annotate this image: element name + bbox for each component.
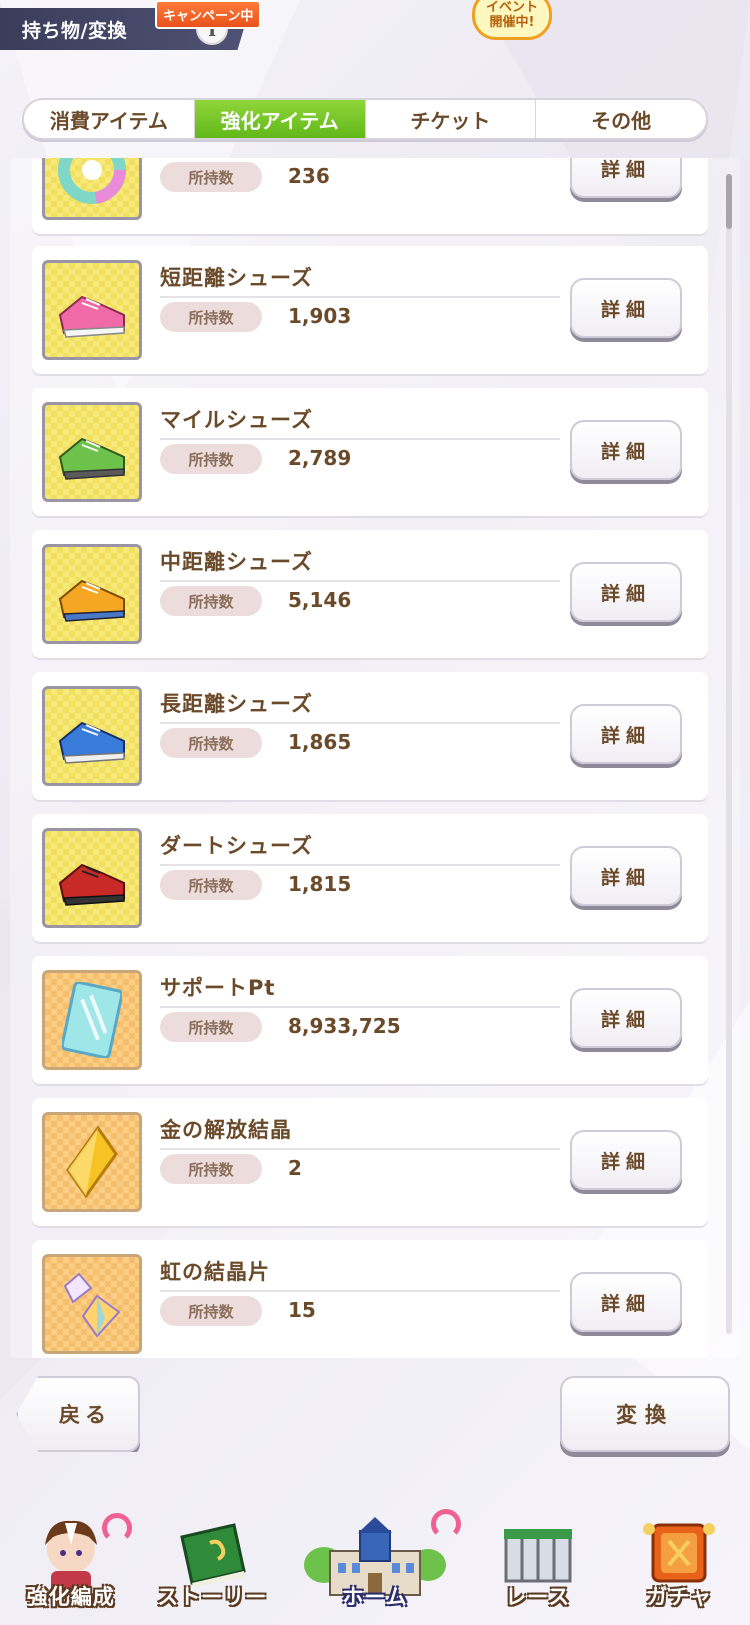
list-item: 長距離シューズ 所持数 1,865 詳細 bbox=[32, 672, 708, 800]
nav-label: ホーム bbox=[342, 1585, 408, 1609]
nav-gacha[interactable]: ガチャ bbox=[609, 1505, 750, 1625]
divider bbox=[160, 864, 560, 866]
detail-button[interactable]: 詳細 bbox=[570, 1130, 682, 1190]
nav-label: ガチャ bbox=[646, 1585, 713, 1609]
blue-shoes-icon bbox=[42, 686, 142, 786]
detail-button[interactable]: 詳細 bbox=[570, 1272, 682, 1332]
divider bbox=[160, 580, 560, 582]
list-item: 中距離シューズ 所持数 5,146 詳細 bbox=[32, 530, 708, 658]
nav-home[interactable]: ホーム bbox=[283, 1505, 467, 1625]
item-name: 虹の結晶片 bbox=[160, 1260, 270, 1284]
detail-button[interactable]: 詳細 bbox=[570, 562, 682, 622]
list-item: 金の解放結晶 所持数 2 詳細 bbox=[32, 1098, 708, 1226]
quantity-label: 所持数 bbox=[160, 1296, 262, 1326]
red-shoes-icon bbox=[42, 828, 142, 928]
quantity-value: 1,865 bbox=[288, 730, 352, 754]
item-name: ダートシューズ bbox=[160, 834, 313, 858]
quantity-value: 5,146 bbox=[288, 588, 352, 612]
item-name: サポートPt bbox=[160, 976, 276, 1000]
nav-race[interactable]: レース bbox=[467, 1505, 609, 1625]
quantity-value: 236 bbox=[288, 164, 330, 188]
quantity-label: 所持数 bbox=[160, 728, 262, 758]
tab-enhancement[interactable]: 強化アイテム bbox=[194, 100, 366, 138]
event-badge-line2: 開催中! bbox=[489, 15, 535, 30]
divider bbox=[160, 1148, 560, 1150]
event-badge-line1: イベント bbox=[485, 0, 538, 15]
quantity-value: 1,815 bbox=[288, 872, 352, 896]
quantity-value: 2,789 bbox=[288, 446, 352, 470]
horseshoe-icon bbox=[431, 1509, 462, 1539]
item-list[interactable]: 所持数 236 詳細 短距離シューズ 所持数 1,903 詳細 マイルシューズ … bbox=[10, 158, 740, 1358]
campaign-badge: キャンペーン中 bbox=[155, 0, 262, 29]
detail-button[interactable]: 詳細 bbox=[570, 846, 682, 906]
nav-label: レース bbox=[505, 1585, 571, 1609]
nav-label: 強化編成 bbox=[26, 1585, 115, 1609]
divider bbox=[160, 1006, 560, 1008]
quantity-label: 所持数 bbox=[160, 1012, 262, 1042]
nav-story[interactable]: ストーリー bbox=[142, 1505, 284, 1625]
quantity-label: 所持数 bbox=[160, 870, 262, 900]
event-badge: イベント 開催中! bbox=[472, 0, 552, 40]
detail-button[interactable]: 詳細 bbox=[570, 704, 682, 764]
scrollbar[interactable] bbox=[726, 174, 732, 1334]
horseshoe-icon bbox=[102, 1513, 132, 1543]
back-button[interactable]: 戻る bbox=[16, 1376, 140, 1452]
quantity-value: 15 bbox=[288, 1298, 316, 1322]
quantity-label: 所持数 bbox=[160, 586, 262, 616]
divider bbox=[160, 1290, 560, 1292]
quantity-label: 所持数 bbox=[160, 162, 262, 192]
nav-label: ストーリー bbox=[157, 1585, 268, 1609]
gold-crystal-icon bbox=[42, 1112, 142, 1212]
pink-shoes-icon bbox=[42, 260, 142, 360]
rainbow-disc-icon bbox=[42, 158, 142, 220]
quantity-label: 所持数 bbox=[160, 302, 262, 332]
item-name: 短距離シューズ bbox=[160, 266, 313, 290]
green-shoes-icon bbox=[42, 402, 142, 502]
list-item: マイルシューズ 所持数 2,789 詳細 bbox=[32, 388, 708, 516]
list-item: ダートシューズ 所持数 1,815 詳細 bbox=[32, 814, 708, 942]
detail-button[interactable]: 詳細 bbox=[570, 420, 682, 480]
item-name: マイルシューズ bbox=[160, 408, 313, 432]
quantity-label: 所持数 bbox=[160, 1154, 262, 1184]
list-item: 虹の結晶片 所持数 15 詳細 bbox=[32, 1240, 708, 1358]
divider bbox=[160, 438, 560, 440]
list-item: サポートPt 所持数 8,933,725 詳細 bbox=[32, 956, 708, 1084]
orange-shoes-icon bbox=[42, 544, 142, 644]
detail-button[interactable]: 詳細 bbox=[570, 988, 682, 1048]
item-name: 中距離シューズ bbox=[160, 550, 313, 574]
race-gate-icon bbox=[496, 1515, 580, 1591]
list-item: 短距離シューズ 所持数 1,903 詳細 bbox=[32, 246, 708, 374]
item-name: 金の解放結晶 bbox=[160, 1118, 292, 1142]
tab-others[interactable]: その他 bbox=[536, 100, 706, 138]
quantity-value: 2 bbox=[288, 1156, 302, 1180]
list-item: 所持数 236 詳細 bbox=[32, 158, 708, 234]
tab-tickets[interactable]: チケット bbox=[366, 100, 537, 138]
divider bbox=[160, 722, 560, 724]
divider bbox=[160, 296, 560, 298]
quantity-value: 8,933,725 bbox=[288, 1014, 401, 1038]
detail-button[interactable]: 詳細 bbox=[570, 278, 682, 338]
convert-button[interactable]: 変換 bbox=[560, 1376, 730, 1452]
quantity-value: 1,903 bbox=[288, 304, 352, 328]
category-tabs: 消費アイテム 強化アイテム チケット その他 bbox=[22, 98, 708, 140]
page-title: 持ち物/変換 bbox=[22, 19, 127, 42]
support-card-icon bbox=[42, 970, 142, 1070]
item-name: 長距離シューズ bbox=[160, 692, 313, 716]
quantity-label: 所持数 bbox=[160, 444, 262, 474]
detail-button[interactable]: 詳細 bbox=[570, 158, 682, 198]
rainbow-shard-icon bbox=[42, 1254, 142, 1354]
tab-consumables[interactable]: 消費アイテム bbox=[24, 100, 195, 138]
scrollbar-thumb[interactable] bbox=[726, 174, 732, 229]
